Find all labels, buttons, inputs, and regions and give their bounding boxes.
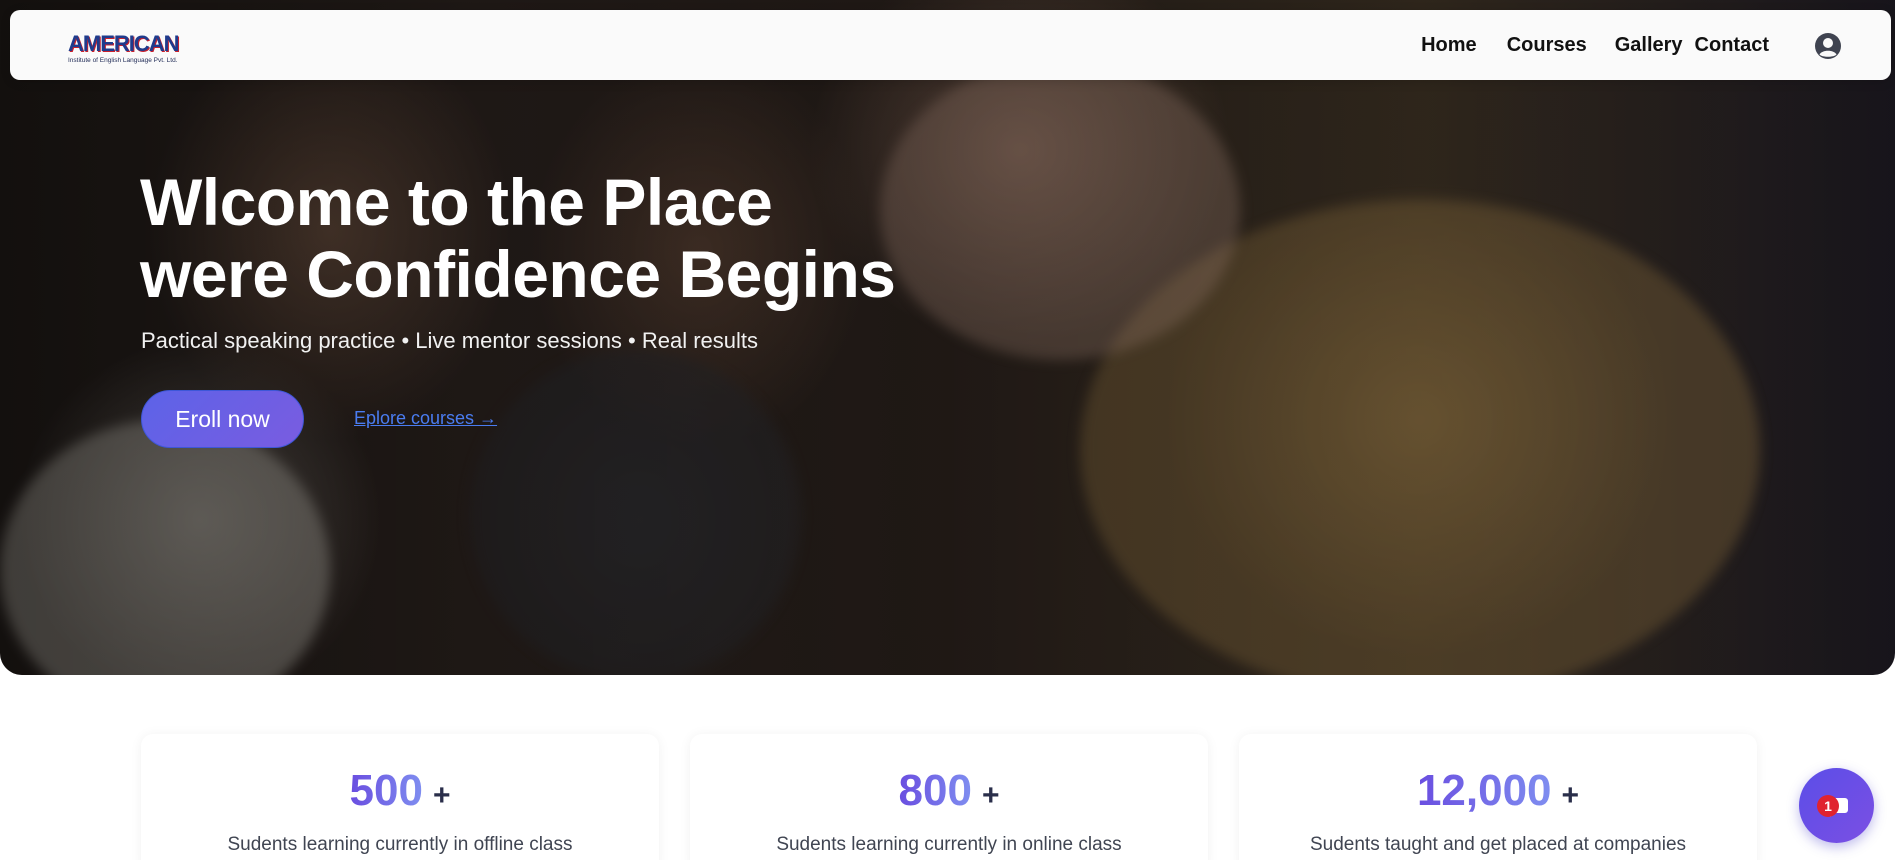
- stat-suffix: +: [981, 779, 1000, 812]
- logo-stripes: [68, 31, 192, 53]
- nav-gallery[interactable]: Gallery: [1615, 34, 1683, 57]
- stat-card: 12,000 + Sudents taught and get placed at…: [1239, 734, 1757, 860]
- nav-contact[interactable]: Contact: [1695, 34, 1769, 57]
- stat-label: Sudents taught and get placed at compani…: [1309, 834, 1687, 855]
- stat-card: 500 + Sudents learning currently in offli…: [141, 734, 659, 860]
- stat-value: 12,000 +: [1239, 766, 1757, 816]
- logo-subtext: Institute of English Language Pvt. Ltd.: [68, 57, 178, 64]
- stats-section: 500 + Sudents learning currently in offli…: [141, 734, 1759, 860]
- stat-card: 800 + Sudents learning currently in onlin…: [690, 734, 1208, 860]
- stat-value: 500 +: [141, 766, 659, 816]
- stat-number: 500: [349, 766, 423, 815]
- brand-logo[interactable]: AMERICAN Institute of English Language P…: [58, 27, 198, 67]
- hero-title-line: were Confidence Begins: [140, 237, 896, 311]
- stat-number: 800: [898, 766, 972, 815]
- user-circle-icon[interactable]: [1814, 32, 1842, 60]
- explore-courses-link[interactable]: Eplore courses →: [354, 408, 497, 429]
- stat-label: Sudents learning currently in offline cl…: [227, 834, 573, 855]
- enroll-now-button[interactable]: Eroll now: [141, 390, 304, 448]
- hero-title: Wlcome to the Place were Confidence Begi…: [140, 166, 1040, 310]
- nav-courses[interactable]: Courses: [1507, 34, 1587, 57]
- stat-label: Sudents learning currently in online cla…: [776, 834, 1122, 855]
- notification-badge: 1: [1817, 795, 1839, 817]
- stat-suffix: +: [432, 779, 451, 812]
- hero-subtitle: Pactical speaking practice • Live mentor…: [141, 328, 759, 353]
- chat-button[interactable]: 1: [1799, 768, 1874, 843]
- nav-links: Home Courses Gallery Contact: [1421, 34, 1769, 57]
- hero-section: Wlcome to the Place were Confidence Begi…: [0, 0, 1895, 675]
- stat-value: 800 +: [690, 766, 1208, 816]
- hero-title-line: Wlcome to the Place: [140, 165, 773, 239]
- stat-number: 12,000: [1416, 766, 1552, 815]
- stat-suffix: +: [1561, 779, 1580, 812]
- nav-home[interactable]: Home: [1421, 34, 1477, 57]
- navbar: AMERICAN Institute of English Language P…: [10, 10, 1891, 80]
